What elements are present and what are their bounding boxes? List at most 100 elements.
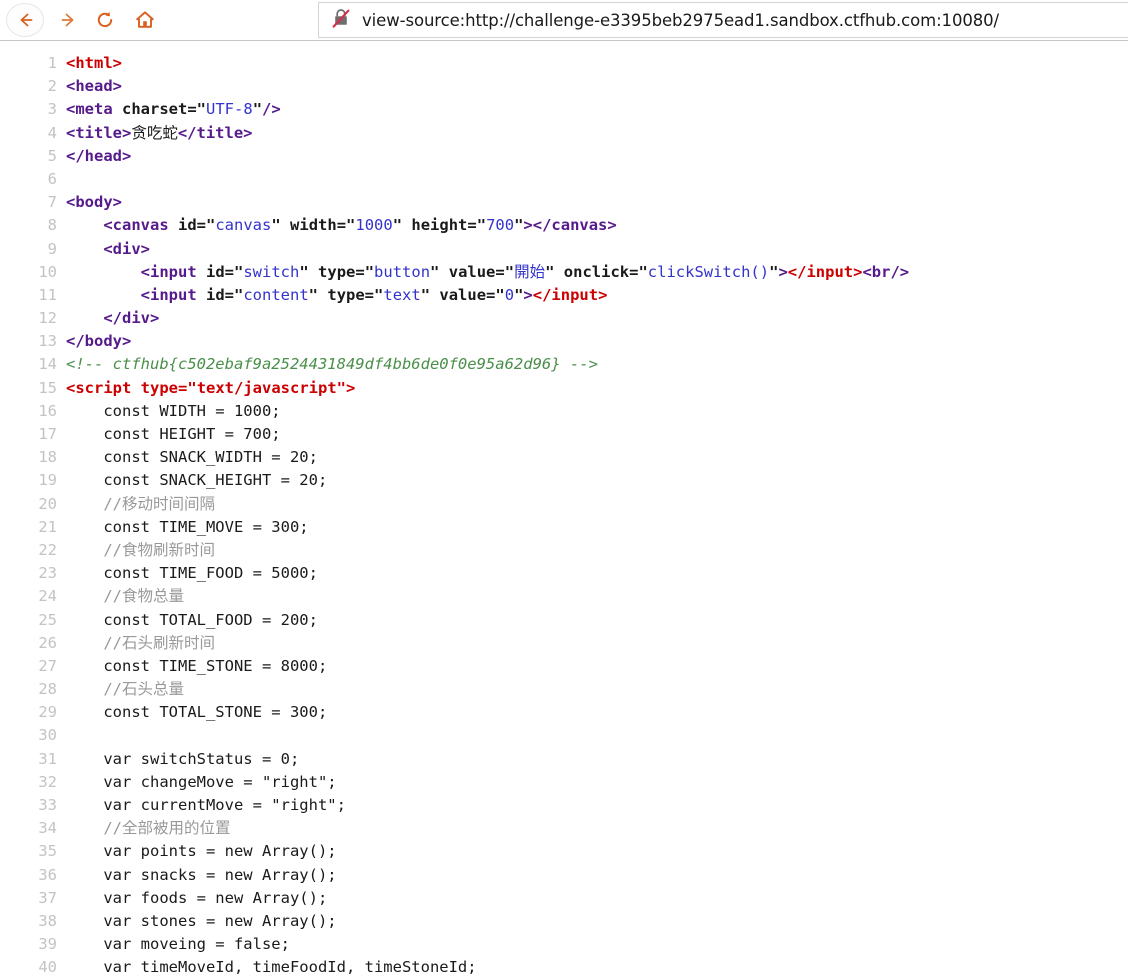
code-line: 20 //移动时间间隔 xyxy=(0,493,1128,516)
line-number: 25 xyxy=(38,610,57,629)
line-content: <!-- ctfhub{c502ebaf9a2524431849df4bb6de… xyxy=(66,355,598,374)
home-button[interactable] xyxy=(126,3,164,37)
line-content: var points = new Array(); xyxy=(103,842,337,861)
line-number: 24 xyxy=(38,587,57,606)
code-line: 27 const TIME_STONE = 8000; xyxy=(0,655,1128,678)
line-content: <title>贪吃蛇</title> xyxy=(66,123,253,142)
line-content: const SNACK_HEIGHT = 20; xyxy=(103,471,328,490)
line-content xyxy=(57,724,1128,747)
line-number: 23 xyxy=(38,564,57,583)
line-number: 1 xyxy=(47,54,57,72)
line-content: <body> xyxy=(66,193,122,212)
line-number: 30 xyxy=(38,726,57,745)
line-content: var switchStatus = 0; xyxy=(103,749,300,768)
line-content: //食物总量 xyxy=(103,587,184,606)
code-line: 30 xyxy=(0,724,1128,747)
line-number: 17 xyxy=(38,425,57,443)
code-line: 23 const TIME_FOOD = 5000; xyxy=(0,562,1128,585)
back-button[interactable] xyxy=(6,3,44,37)
line-content: //食物刷新时间 xyxy=(103,540,215,559)
code-line: 1 <html> xyxy=(0,52,1128,75)
line-number: 32 xyxy=(38,772,57,791)
line-content: const TIME_MOVE = 300; xyxy=(103,517,309,536)
line-number: 27 xyxy=(38,656,57,675)
code-line: 31 var switchStatus = 0; xyxy=(0,748,1128,771)
reload-icon xyxy=(94,9,116,31)
code-line: 32 var changeMove = "right"; xyxy=(0,771,1128,794)
line-number: 34 xyxy=(38,819,57,838)
line-number: 13 xyxy=(38,332,57,351)
line-content: <div> xyxy=(103,239,150,258)
line-content: <input id="switch" type="button" value="… xyxy=(140,262,910,281)
code-line: 25 const TOTAL_FOOD = 200; xyxy=(0,609,1128,632)
code-line: 39 var moveing = false; xyxy=(0,933,1128,956)
forward-arrow-icon xyxy=(54,9,76,31)
line-number: 22 xyxy=(38,540,57,559)
line-number: 21 xyxy=(38,517,57,536)
line-number: 39 xyxy=(38,935,57,954)
code-line: 2 <head> xyxy=(0,75,1128,98)
address-bar-inner[interactable]: view-source:http://challenge-e3395beb297… xyxy=(318,2,1128,38)
code-line: 6 xyxy=(0,168,1128,191)
code-line: 7 <body> xyxy=(0,191,1128,214)
code-line: 4 <title>贪吃蛇</title> xyxy=(0,122,1128,145)
browser-toolbar: view-source:http://challenge-e3395beb297… xyxy=(0,0,1128,41)
view-source-code: 1 <html> 2 <head> 3 <meta charset="UTF-8"/> 4 <… xyxy=(0,41,1128,980)
code-line: 11 <input id="content" type="text" value… xyxy=(0,284,1128,307)
line-content: <canvas id="canvas" width="1000" height=… xyxy=(103,216,617,235)
line-content: var changeMove = "right"; xyxy=(103,772,337,791)
line-number: 19 xyxy=(38,471,57,490)
reload-button[interactable] xyxy=(86,3,124,37)
line-number: 15 xyxy=(38,378,57,397)
line-number: 40 xyxy=(38,958,57,977)
code-line: 9 <div> xyxy=(0,238,1128,261)
navigation-buttons xyxy=(0,3,164,37)
address-bar[interactable]: view-source:http://challenge-e3395beb297… xyxy=(318,2,1128,38)
code-line: 36 var snacks = new Array(); xyxy=(0,864,1128,887)
line-number: 10 xyxy=(38,262,57,281)
code-line: 37 var foods = new Array(); xyxy=(0,887,1128,910)
line-number: 29 xyxy=(38,703,57,722)
line-number: 38 xyxy=(38,911,57,930)
back-arrow-icon xyxy=(14,9,36,31)
line-content: const SNACK_WIDTH = 20; xyxy=(103,448,318,467)
line-number: 8 xyxy=(47,216,57,235)
line-number: 12 xyxy=(38,309,57,328)
line-content: var moveing = false; xyxy=(103,935,290,954)
line-content: </body> xyxy=(66,332,132,351)
code-line: 28 //石头总量 xyxy=(0,678,1128,701)
code-line: 3 <meta charset="UTF-8"/> xyxy=(0,98,1128,121)
line-content: const HEIGHT = 700; xyxy=(103,425,281,443)
line-number: 28 xyxy=(38,680,57,699)
line-content: var stones = new Array(); xyxy=(103,911,337,930)
code-line: 13 </body> xyxy=(0,330,1128,353)
code-line: 34 //全部被用的位置 xyxy=(0,817,1128,840)
line-number: 9 xyxy=(47,239,57,258)
line-number: 3 xyxy=(47,100,57,119)
line-content: var snacks = new Array(); xyxy=(103,865,337,884)
url-text: view-source:http://challenge-e3395beb297… xyxy=(362,10,999,30)
line-content: //石头总量 xyxy=(103,680,184,699)
code-line: 16 const WIDTH = 1000; xyxy=(0,400,1128,423)
line-content: <input id="content" type="text" value="0… xyxy=(140,285,608,304)
line-content: </head> xyxy=(66,146,132,165)
padlock-crossed-insecure-icon[interactable] xyxy=(331,7,351,33)
code-line: 19 const SNACK_HEIGHT = 20; xyxy=(0,469,1128,492)
line-number: 26 xyxy=(38,633,57,652)
code-line: 17 const HEIGHT = 700; xyxy=(0,423,1128,446)
line-content: const TIME_STONE = 8000; xyxy=(103,656,328,675)
line-number: 4 xyxy=(47,123,57,142)
line-number: 16 xyxy=(38,401,57,420)
line-number: 37 xyxy=(38,888,57,907)
line-number: 20 xyxy=(38,494,57,513)
forward-button[interactable] xyxy=(46,3,84,37)
line-content: const TIME_FOOD = 5000; xyxy=(103,564,318,583)
line-content: <head> xyxy=(66,77,122,96)
line-content: var currentMove = "right"; xyxy=(103,796,346,814)
line-number: 35 xyxy=(38,842,57,861)
line-number: 14 xyxy=(38,355,57,374)
line-content: var foods = new Array(); xyxy=(103,888,328,907)
line-number: 5 xyxy=(47,146,57,165)
line-number: 2 xyxy=(47,77,57,96)
line-content: const TOTAL_FOOD = 200; xyxy=(103,610,318,629)
